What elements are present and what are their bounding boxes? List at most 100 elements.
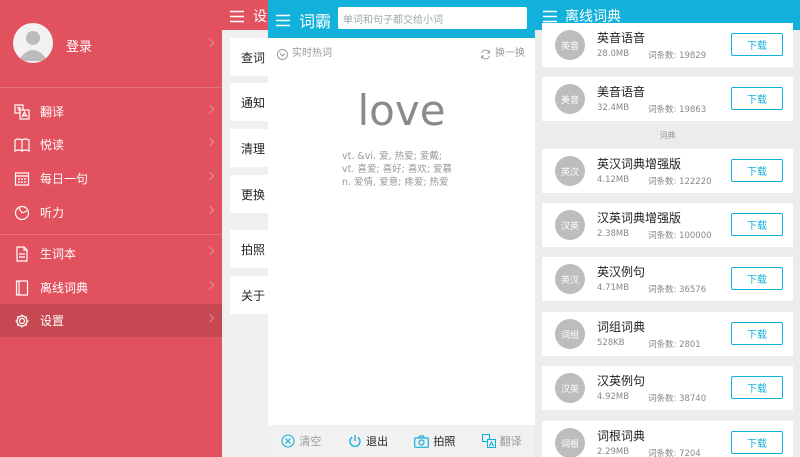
search-input[interactable]: 单词和句子都交给小词 (338, 7, 527, 29)
dictionary-badge: 英音 (555, 30, 585, 60)
section-header: 词典 (659, 131, 676, 140)
settings-row-cleanup[interactable]: 清理 (230, 129, 268, 167)
chevron-right-icon (205, 313, 215, 323)
dictionary-badge: 汉英 (555, 373, 585, 403)
sidebar-item-label: 离线词典 (40, 281, 89, 295)
translate-icon (14, 103, 30, 120)
dictionary-card: 汉英 汉英词典增强版 2.38MB 词条数: 100000 下载 (542, 203, 793, 247)
download-button[interactable]: 下载 (731, 376, 783, 399)
dictionary-size: 4.71MB (597, 283, 630, 293)
dictionary-card: 英汉 英汉例句 4.71MB 词条数: 36576 下载 (542, 257, 793, 301)
dictionary-entries: 词条数: 19863 (648, 105, 707, 115)
clear-icon (281, 434, 295, 448)
download-button[interactable]: 下载 (731, 213, 783, 236)
dictionary-entries: 词条数: 36576 (648, 285, 707, 295)
hot-word[interactable]: love (268, 86, 535, 135)
download-button[interactable]: 下载 (731, 431, 783, 454)
dictionary-size: 528KB (597, 338, 625, 348)
dictionary-card: 英音 英音语音 28.0MB 词条数: 19829 下载 (542, 23, 793, 67)
download-button[interactable]: 下载 (731, 87, 783, 110)
dictionary-name: 英汉例句 (597, 265, 646, 279)
chevron-right-icon (205, 104, 215, 114)
dictionary-entries: 词条数: 122220 (648, 177, 712, 187)
sidebar-item-label: 听力 (40, 206, 65, 220)
refresh-button[interactable]: 换一换 (495, 44, 525, 59)
dictionary-entries: 词条数: 2801 (648, 340, 701, 350)
dictionary-badge: 英汉 (555, 264, 585, 294)
download-button[interactable]: 下载 (731, 322, 783, 345)
clear-button[interactable]: 清空 (268, 433, 335, 449)
sidebar-item-offline-dictionary[interactable]: 离线词典 (0, 271, 222, 304)
sidebar-item-settings[interactable]: 设置 (0, 304, 222, 337)
dictionary-badge: 词组 (555, 319, 585, 349)
dictionary-icon (14, 279, 30, 296)
sidebar-item-translate[interactable]: 翻译 (0, 95, 222, 128)
listening-icon (14, 205, 30, 221)
sidebar-item-label: 每日一句 (40, 172, 89, 186)
bottom-toolbar: 清空 退出 拍照 翻译 (268, 425, 535, 457)
chevron-right-icon (205, 246, 215, 256)
exit-label: 退出 (366, 435, 389, 448)
settings-row-notification[interactable]: 通知 (230, 83, 268, 121)
download-button[interactable]: 下载 (731, 159, 783, 182)
camera-icon (414, 434, 430, 448)
menu-icon[interactable] (276, 12, 290, 31)
sidebar-item-daily-sentence[interactable]: 每日一句 (0, 162, 222, 195)
dictionary-badge: 美音 (555, 84, 585, 114)
settings-title: 设置 (253, 9, 268, 25)
chevron-down-icon[interactable] (277, 45, 288, 64)
dictionary-size: 2.38MB (597, 229, 630, 239)
settings-row-photo[interactable]: 拍照 (230, 230, 268, 268)
word-definitions: vt. &vi. 爱, 热爱; 爱戴; vt. 喜爱; 喜好; 喜欢; 爱慕 n… (342, 150, 452, 189)
dictionary-size: 4.92MB (597, 392, 630, 402)
settings-row-lookup[interactable]: 查词 (230, 38, 268, 76)
definition-line: vt. 喜爱; 喜好; 喜欢; 爱慕 (342, 164, 453, 175)
settings-row-change[interactable]: 更换 (230, 175, 268, 213)
dictionary-name: 词根词典 (597, 429, 646, 443)
sidebar-item-label: 设置 (40, 314, 65, 328)
gear-icon (14, 313, 30, 329)
book-icon (14, 137, 30, 153)
dictionary-card: 汉英 汉英例句 4.92MB 词条数: 38740 下载 (542, 366, 793, 410)
dictionary-card: 词根 词根词典 2.29MB 词条数: 7204 下载 (542, 421, 793, 457)
dictionary-card: 美音 美音语音 32.4MB 词条数: 19863 下载 (542, 77, 793, 121)
dictionary-name: 词组词典 (597, 320, 646, 334)
dictionary-entries: 词条数: 38740 (648, 394, 707, 404)
refresh-icon[interactable] (480, 45, 491, 64)
chevron-right-icon (205, 205, 215, 215)
settings-header: 设置 (222, 0, 268, 30)
translate-icon (481, 434, 496, 448)
dictionary-entries: 词条数: 100000 (648, 231, 712, 241)
ciba-header: 词霸 单词和句子都交给小词 (268, 0, 535, 38)
avatar[interactable] (13, 23, 53, 63)
dictionary-name: 英音语音 (597, 31, 646, 45)
sidebar-item-wordbook[interactable]: 生词本 (0, 237, 222, 270)
sidebar-item-listening[interactable]: 听力 (0, 196, 222, 229)
login-link[interactable]: 登录 (66, 36, 92, 55)
divider (0, 234, 222, 235)
download-button[interactable]: 下载 (731, 33, 783, 56)
exit-button[interactable]: 退出 (335, 433, 402, 449)
dictionary-size: 32.4MB (597, 103, 630, 113)
chevron-right-icon (205, 137, 215, 147)
hot-words-label: 实时热词 (292, 48, 332, 59)
dictionary-name: 英汉词典增强版 (597, 157, 682, 171)
chevron-right-icon (205, 280, 215, 290)
download-button[interactable]: 下载 (731, 267, 783, 290)
sidebar-item-reading[interactable]: 悦读 (0, 128, 222, 161)
app-title: 词霸 (299, 12, 332, 31)
dictionary-entries: 词条数: 19829 (648, 51, 707, 61)
dictionary-size: 28.0MB (597, 49, 630, 59)
menu-icon[interactable] (230, 8, 244, 27)
definition-line: n. 爱情, 爱意; 疼爱; 热爱 (342, 177, 449, 188)
calendar-icon (14, 171, 30, 187)
translate-button[interactable]: 翻译 (468, 433, 535, 449)
divider (0, 87, 222, 88)
clear-label: 清空 (299, 435, 322, 448)
camera-label: 拍照 (433, 435, 456, 448)
dictionary-badge: 词根 (555, 428, 585, 457)
camera-button[interactable]: 拍照 (402, 433, 469, 449)
dictionary-badge: 汉英 (555, 210, 585, 240)
dictionary-name: 美音语音 (597, 85, 646, 99)
settings-row-about[interactable]: 关于 (230, 276, 268, 314)
